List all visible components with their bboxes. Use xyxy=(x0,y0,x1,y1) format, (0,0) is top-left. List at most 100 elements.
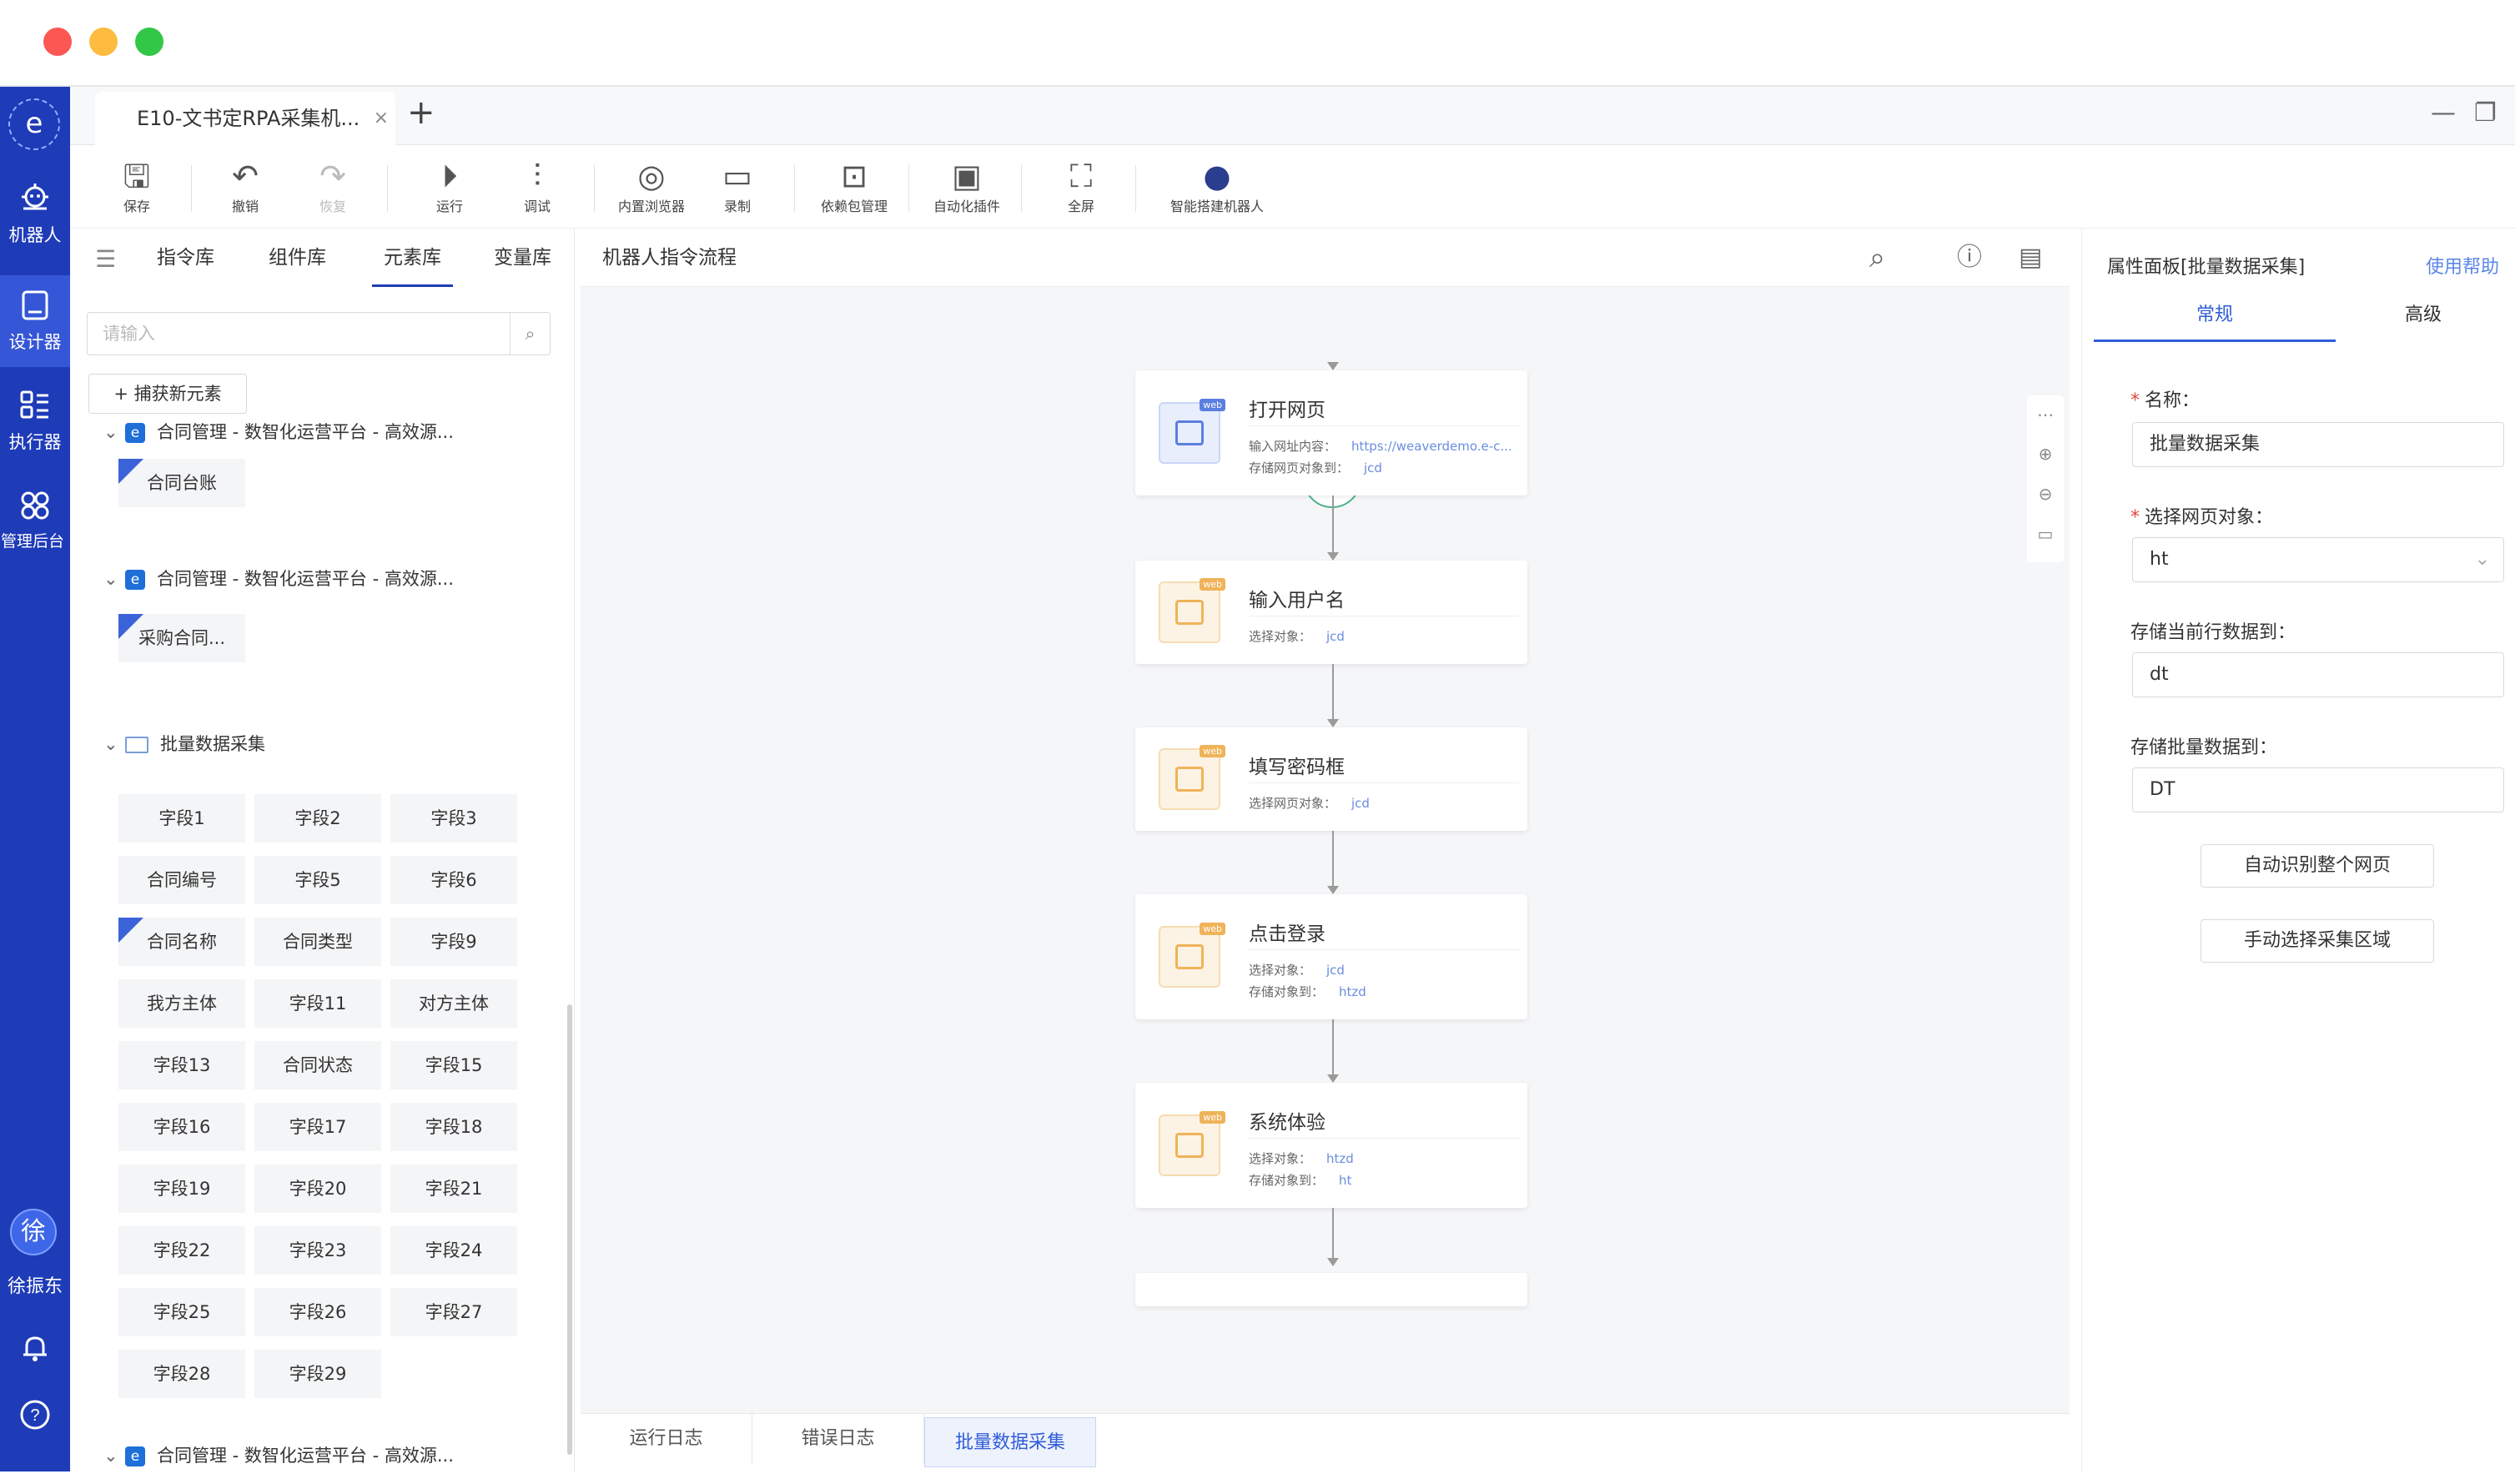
element-search-input[interactable]: 请输入 ⌕ xyxy=(87,312,551,355)
nav-robot[interactable]: 机器人 xyxy=(0,169,70,260)
fit-view-icon[interactable]: ▭ xyxy=(2027,514,2064,554)
field-item[interactable]: 合同编号 xyxy=(118,856,245,904)
element-item[interactable]: 采购合同... xyxy=(118,614,245,662)
document-tab[interactable]: E10-文书定RPA采集机... × xyxy=(95,92,395,145)
field-item[interactable]: 字段11 xyxy=(254,979,381,1028)
tab-components[interactable]: 组件库 xyxy=(269,229,326,287)
auto-detect-button[interactable]: 自动识别整个网页 xyxy=(2201,844,2434,888)
restore-icon[interactable]: ❐ xyxy=(2474,98,2497,128)
tree-group-1[interactable]: ⌄ e 合同管理 - 数智化运营平台 - 高效源... xyxy=(103,419,454,444)
bell-icon[interactable] xyxy=(18,1331,52,1365)
field-item[interactable]: 字段25 xyxy=(118,1288,245,1336)
field-item[interactable]: 字段21 xyxy=(390,1165,517,1213)
notes-icon[interactable]: ▤ xyxy=(2019,229,2042,287)
field-item[interactable]: 字段6 xyxy=(390,856,517,904)
tree-group-3[interactable]: ⌄ 批量数据采集 xyxy=(103,731,265,756)
field-item[interactable]: 字段2 xyxy=(254,794,381,843)
run-button[interactable]: ⏵ 运行 xyxy=(412,157,487,215)
flow-node[interactable]: web 输入用户名 选择对象： jcd xyxy=(1135,561,1527,664)
field-item[interactable]: 合同状态 xyxy=(254,1041,381,1089)
field-item[interactable]: 字段27 xyxy=(390,1288,517,1336)
tree-group-2[interactable]: ⌄ e 合同管理 - 数智化运营平台 - 高效源... xyxy=(103,566,454,591)
scrollbar[interactable] xyxy=(567,1004,572,1455)
nav-admin[interactable]: 管理后台 xyxy=(0,475,70,567)
tab-instructions[interactable]: 指令库 xyxy=(157,229,214,287)
redo-button[interactable]: ↷ 恢复 xyxy=(295,157,370,215)
close-tab-icon[interactable]: × xyxy=(374,92,389,145)
info-icon[interactable]: ⓘ xyxy=(1957,229,1982,287)
search-icon[interactable]: ⌕ xyxy=(1869,229,1885,287)
tab-elements[interactable]: 元素库 xyxy=(372,229,453,287)
flow-canvas[interactable]: ⋯ ⊕ ⊖ ▭ Start web打开网页输入网址内容：https://weav… xyxy=(581,287,2070,1413)
field-item[interactable]: 字段20 xyxy=(254,1165,381,1213)
smart-build-button[interactable]: ● 智能搭建机器人 xyxy=(1154,157,1280,215)
nav-executor[interactable]: 执行器 xyxy=(0,375,70,467)
drag-handle-icon[interactable]: ⋯ xyxy=(2027,395,2064,434)
web-badge: web xyxy=(1200,923,1225,935)
field-item[interactable]: 对方主体 xyxy=(390,979,517,1028)
web-object-select[interactable]: ht ⌄ xyxy=(2132,537,2504,582)
record-button[interactable]: ▭ 录制 xyxy=(700,157,775,215)
zoom-in-icon[interactable]: ⊕ xyxy=(2027,434,2064,474)
field-item[interactable]: 字段23 xyxy=(254,1226,381,1275)
help-link[interactable]: 使用帮助 xyxy=(2426,252,2499,279)
plugin-button[interactable]: ▣ 自动化插件 xyxy=(929,157,1004,215)
nav-designer[interactable]: 设计器 xyxy=(0,275,70,367)
tab-variables[interactable]: 变量库 xyxy=(494,229,551,287)
field-item[interactable]: 字段3 xyxy=(390,794,517,843)
field-item[interactable]: 合同名称 xyxy=(118,918,245,966)
tab-batch-collect[interactable]: 批量数据采集 xyxy=(924,1417,1096,1467)
batch-data-input[interactable]: DT xyxy=(2132,767,2504,812)
flow-node[interactable]: web 打开网页 输入网址内容： https://weaverdemo.e-c... 存… xyxy=(1135,370,1527,496)
field-item[interactable]: 字段13 xyxy=(118,1041,245,1089)
dependency-button[interactable]: ⊡ 依赖包管理 xyxy=(817,157,892,215)
search-icon[interactable]: ⌕ xyxy=(510,313,550,355)
flow-node[interactable] xyxy=(1135,1273,1527,1306)
fullscreen-button[interactable]: ⛶ 全屏 xyxy=(1044,157,1119,215)
minimize-window-button[interactable] xyxy=(89,28,118,56)
field-item[interactable]: 字段19 xyxy=(118,1165,245,1213)
tab-error-log[interactable]: 错误日志 xyxy=(752,1414,924,1464)
element-item[interactable]: 合同台账 xyxy=(118,459,245,507)
nav-designer-label: 设计器 xyxy=(8,332,62,352)
field-item[interactable]: 字段16 xyxy=(118,1103,245,1151)
new-tab-button[interactable]: + xyxy=(407,93,435,132)
close-window-button[interactable] xyxy=(43,28,72,56)
help-icon[interactable]: ? xyxy=(18,1398,52,1431)
collapse-menu-icon[interactable]: ☰ xyxy=(95,245,116,273)
undo-button[interactable]: ↶ 撤销 xyxy=(208,157,283,215)
field-item[interactable]: 字段29 xyxy=(254,1350,381,1398)
capture-element-button[interactable]: + 捕获新元素 xyxy=(88,374,247,414)
name-input[interactable]: 批量数据采集 xyxy=(2132,422,2504,467)
field-item[interactable]: 字段22 xyxy=(118,1226,245,1275)
row-data-input[interactable]: dt xyxy=(2132,652,2504,697)
builtin-browser-button[interactable]: ◎ 内置浏览器 xyxy=(614,157,689,215)
flow-node[interactable]: web 系统体验 选择对象： htzd 存储对象到： ht xyxy=(1135,1083,1527,1208)
tab-advanced[interactable]: 高级 xyxy=(2336,289,2511,342)
field-item[interactable]: 字段1 xyxy=(118,794,245,843)
flow-node[interactable]: web 点击登录 选择对象： jcd 存储对象到： htzd xyxy=(1135,894,1527,1019)
flow-node[interactable]: web 填写密码框 选择网页对象： jcd xyxy=(1135,727,1527,831)
field-item[interactable]: 字段5 xyxy=(254,856,381,904)
field-item[interactable]: 我方主体 xyxy=(118,979,245,1028)
field-item[interactable]: 字段17 xyxy=(254,1103,381,1151)
web-badge: web xyxy=(1200,745,1225,757)
tab-general[interactable]: 常规 xyxy=(2094,289,2336,342)
zoom-out-icon[interactable]: ⊖ xyxy=(2027,474,2064,514)
tree-group-4[interactable]: ⌄ e 合同管理 - 数智化运营平台 - 高效源... xyxy=(103,1442,454,1467)
field-item[interactable]: 字段24 xyxy=(390,1226,517,1275)
avatar[interactable]: 徐 xyxy=(10,1209,57,1255)
field-item[interactable]: 字段18 xyxy=(390,1103,517,1151)
debug-button[interactable]: ⫶ 调试 xyxy=(500,157,575,215)
field-item[interactable]: 字段15 xyxy=(390,1041,517,1089)
tab-run-log[interactable]: 运行日志 xyxy=(581,1414,752,1464)
manual-select-button[interactable]: 手动选择采集区域 xyxy=(2201,919,2434,963)
zoom-window-button[interactable] xyxy=(135,28,163,56)
field-item[interactable]: 字段9 xyxy=(390,918,517,966)
field-item[interactable]: 合同类型 xyxy=(254,918,381,966)
minimize-icon[interactable]: — xyxy=(2431,98,2456,128)
field-item[interactable]: 字段26 xyxy=(254,1288,381,1336)
node-glyph xyxy=(1175,767,1204,792)
field-item[interactable]: 字段28 xyxy=(118,1350,245,1398)
save-button[interactable]: 🖫 保存 xyxy=(99,157,174,215)
